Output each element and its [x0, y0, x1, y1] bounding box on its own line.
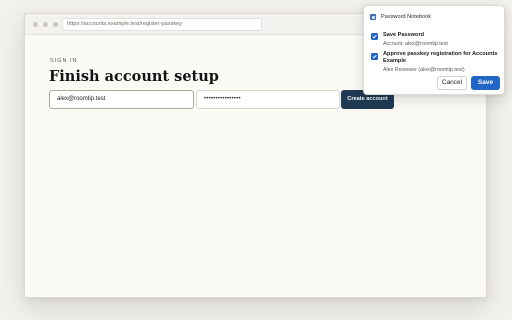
- window-minimize-dot[interactable]: [43, 22, 48, 27]
- popup-title: Password Notebook: [381, 14, 432, 20]
- email-field[interactable]: alex@roomtip.test: [49, 90, 194, 109]
- address-bar[interactable]: https://accounts.example.test/register-p…: [62, 18, 262, 31]
- cancel-button[interactable]: Cancel: [437, 76, 467, 90]
- checkmark-icon: [372, 34, 377, 39]
- save-password-label: Save Password: [383, 32, 425, 38]
- password-manager-popup: Password Notebook Save Password Account:…: [363, 5, 505, 95]
- save-password-checkbox[interactable]: [371, 33, 378, 40]
- page-title: Finish account setup: [49, 68, 219, 85]
- notebook-icon: [370, 14, 376, 20]
- approve-passkey-checkbox[interactable]: [371, 53, 378, 60]
- window-close-dot[interactable]: [33, 22, 38, 27]
- checkmark-icon: [372, 54, 377, 59]
- approve-passkey-label: Approve passkey registration for Account…: [383, 51, 498, 64]
- window-zoom-dot[interactable]: [53, 22, 58, 27]
- password-field[interactable]: ••••••••••••••••: [196, 90, 340, 109]
- section-eyebrow: SIGN IN: [50, 58, 78, 64]
- save-button[interactable]: Save: [471, 76, 500, 90]
- save-password-account: Account: alex@roomtip.test: [383, 41, 448, 47]
- approve-passkey-account: Alex Reviewer (alex@roomtip.test): [383, 67, 465, 73]
